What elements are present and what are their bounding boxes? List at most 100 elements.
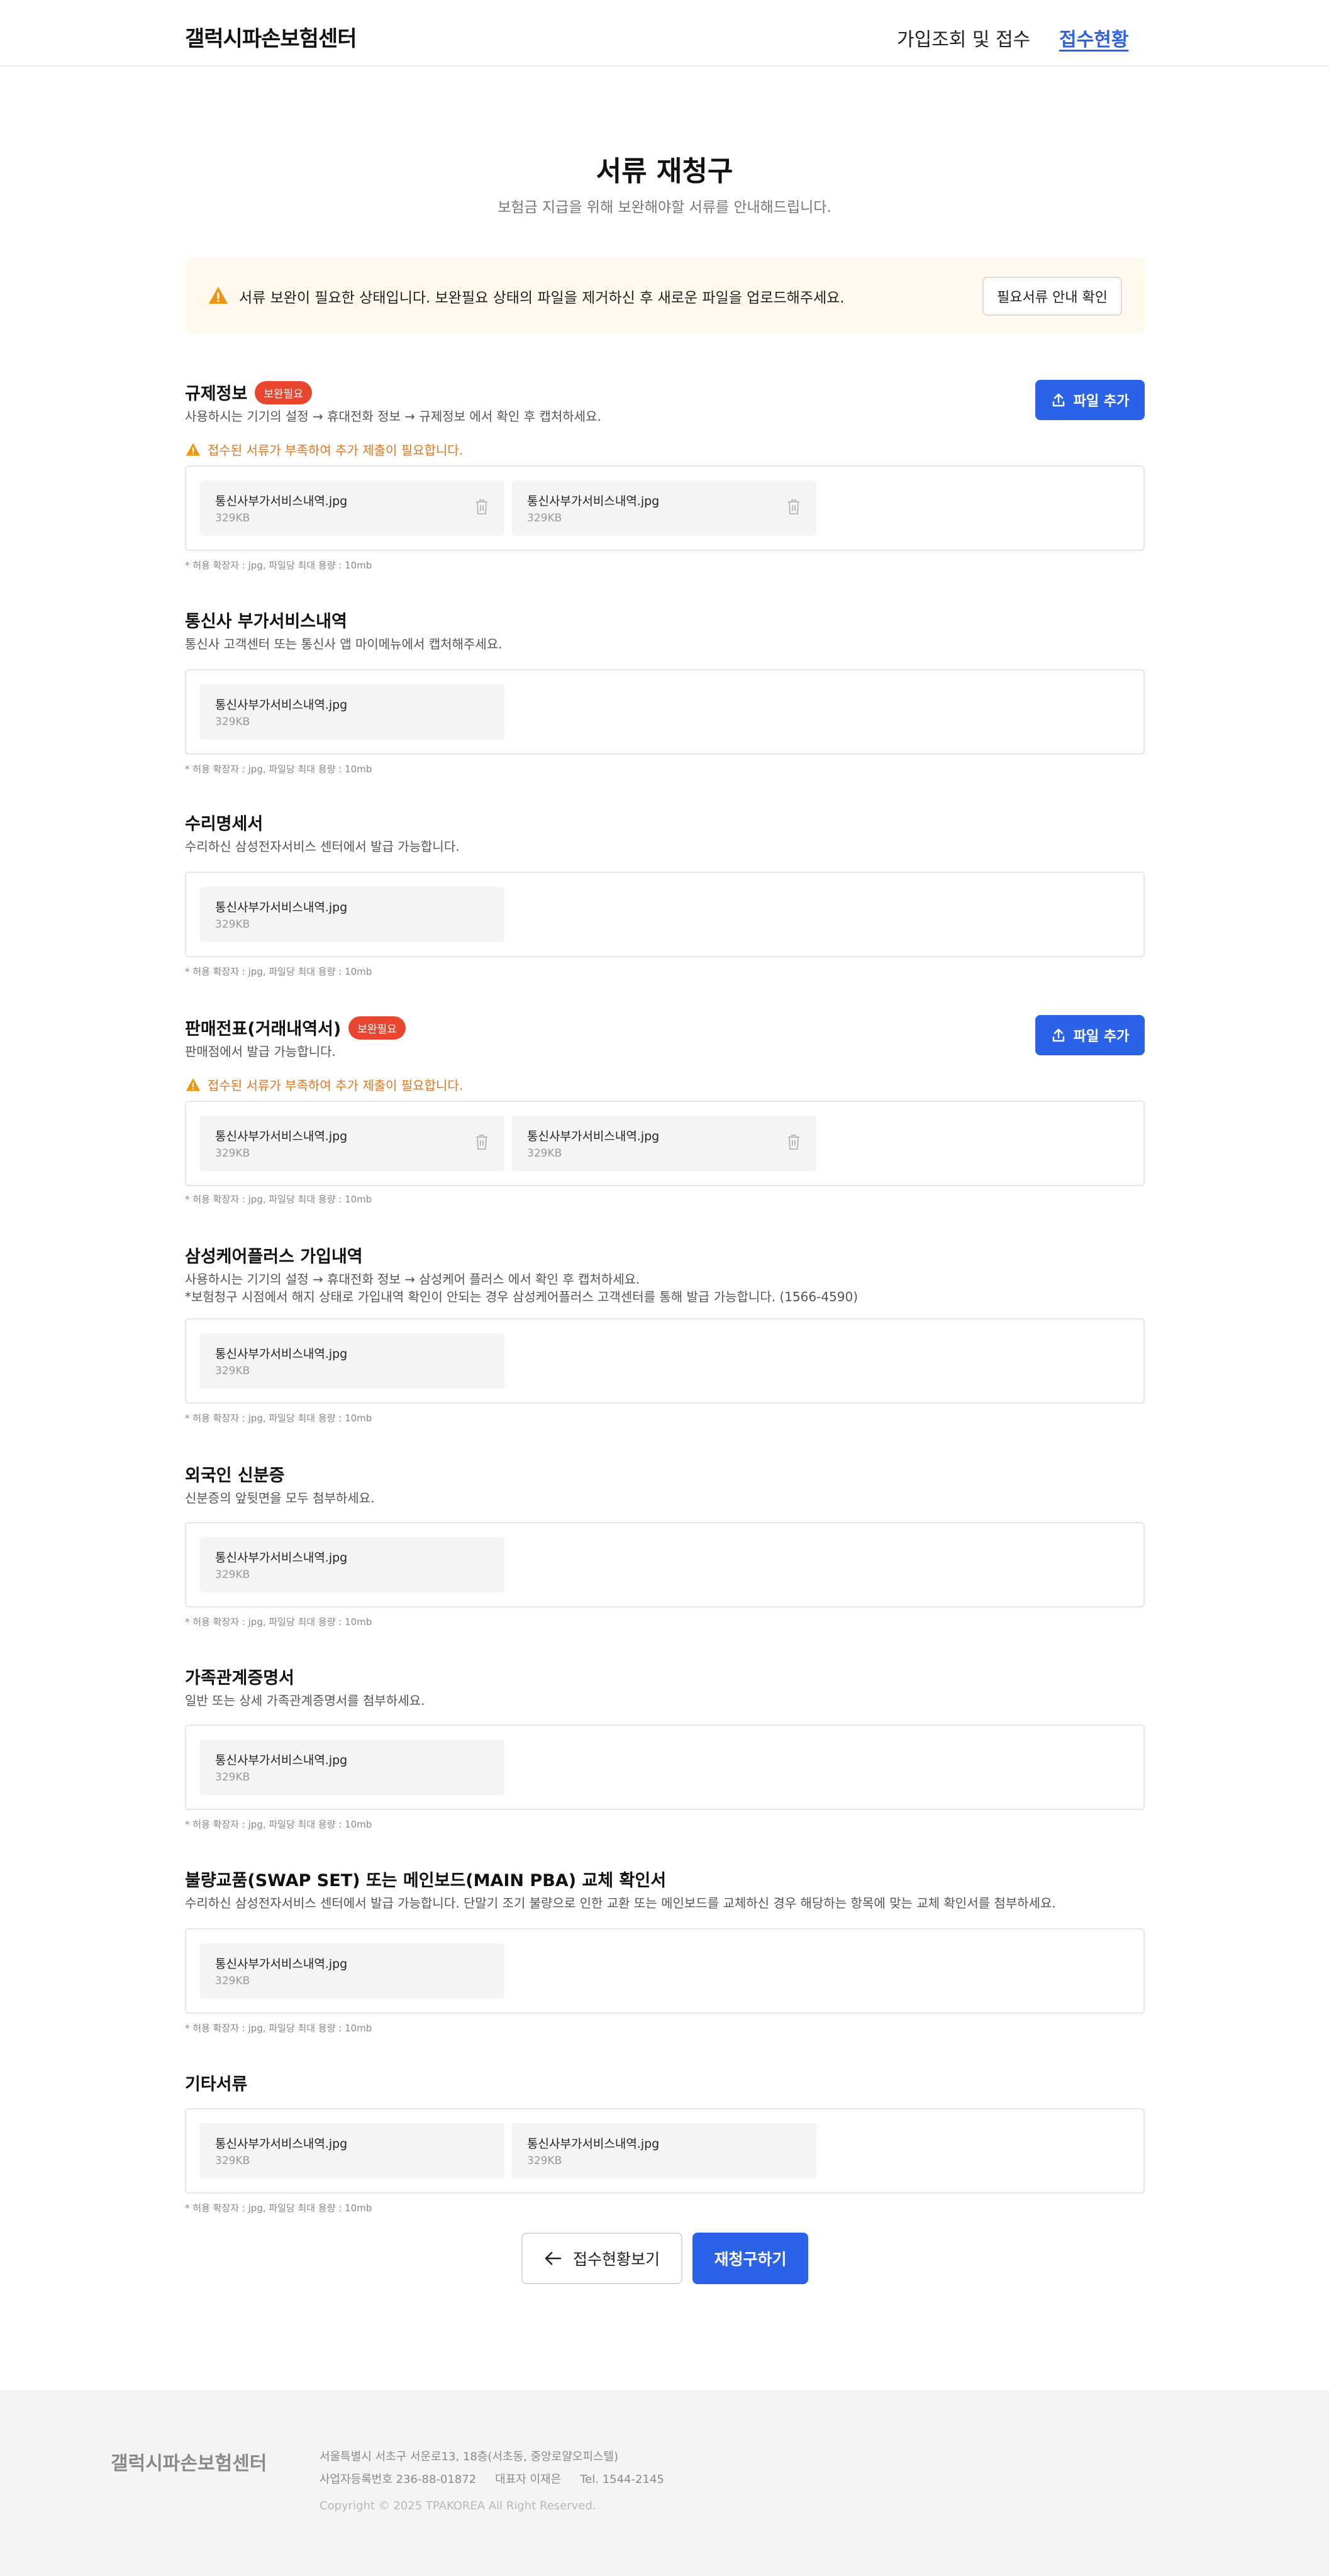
section-desc: 수리하신 삼성전자서비스 센터에서 발급 가능합니다. bbox=[185, 839, 460, 854]
file-list: 통신사부가서비스내역.jpg 329KB bbox=[185, 1724, 1145, 1810]
file-size: 329KB bbox=[215, 1975, 250, 1987]
file-list: 통신사부가서비스내역.jpg 329KB bbox=[185, 1522, 1145, 1607]
file-name: 통신사부가서비스내역.jpg bbox=[215, 698, 348, 712]
file-list: 통신사부가서비스내역.jpg 329KB bbox=[185, 1318, 1145, 1404]
section-desc: 판매점에서 발급 가능합니다. bbox=[185, 1044, 336, 1059]
add-file-label: 파일 추가 bbox=[1073, 1029, 1130, 1045]
trash-icon[interactable] bbox=[786, 498, 801, 516]
upload-hint: * 허용 확장자 : jpg, 파일당 최대 용량 : 10mb bbox=[185, 1194, 372, 1205]
nav-join-lookup[interactable]: 가입조회 및 접수 bbox=[897, 24, 1030, 52]
file-item: 통신사부가서비스내역.jpg 329KB bbox=[512, 480, 816, 536]
site-header: 갤럭시파손보험센터 가입조회 및 접수 접수현황 bbox=[0, 0, 1329, 67]
file-item: 통신사부가서비스내역.jpg 329KB bbox=[200, 1116, 504, 1171]
footer-ceo: 대표자 이재은 bbox=[495, 2473, 562, 2486]
notice-text: 서류 보완이 필요한 상태입니다. 보완필요 상태의 파일을 제거하신 후 새로… bbox=[239, 290, 845, 306]
file-size: 329KB bbox=[215, 1568, 250, 1581]
file-name: 통신사부가서비스내역.jpg bbox=[215, 2137, 348, 2151]
site-logo[interactable]: 갤럭시파손보험센터 bbox=[185, 21, 357, 52]
section-title: 기타서류 bbox=[185, 2075, 248, 2094]
trash-icon[interactable] bbox=[474, 1133, 489, 1151]
section-title: 통신사 부가서비스내역 bbox=[185, 612, 347, 631]
footer-logo: 갤럭시파손보험센터 bbox=[111, 2453, 267, 2475]
file-list: 통신사부가서비스내역.jpg 329KB bbox=[185, 872, 1145, 957]
file-name: 통신사부가서비스내역.jpg bbox=[215, 1551, 348, 1565]
upload-hint: * 허용 확장자 : jpg, 파일당 최대 용량 : 10mb bbox=[185, 2202, 372, 2214]
page-subtitle: 보험금 지급을 위해 보완해야할 서류를 안내해드립니다. bbox=[498, 199, 831, 216]
file-size: 329KB bbox=[215, 2155, 250, 2167]
file-list: 통신사부가서비스내역.jpg 329KB 통신사부가서비스내역.jpg 329K… bbox=[185, 2108, 1145, 2194]
upload-hint: * 허용 확장자 : jpg, 파일당 최대 용량 : 10mb bbox=[185, 966, 372, 977]
footer-company-info: 사업자등록번호 236-88-01872 대표자 이재은 Tel. 1544-214… bbox=[320, 2470, 664, 2487]
file-item: 통신사부가서비스내역.jpg 329KB bbox=[200, 1943, 504, 1999]
section-desc: 사용하시는 기기의 설정 → 휴대전화 정보 → 규제정보 에서 확인 후 캡처… bbox=[185, 409, 601, 424]
file-name: 통신사부가서비스내역.jpg bbox=[215, 494, 348, 508]
file-item: 통신사부가서비스내역.jpg 329KB bbox=[512, 1116, 816, 1171]
file-size: 329KB bbox=[527, 2155, 562, 2167]
file-item: 통신사부가서비스내역.jpg 329KB bbox=[200, 2123, 504, 2179]
section-desc-note: *보험청구 시점에서 해지 상태로 가입내역 확인이 안되는 경우 삼성케어플러… bbox=[185, 1289, 859, 1304]
file-item: 통신사부가서비스내역.jpg 329KB bbox=[200, 887, 504, 942]
file-size: 329KB bbox=[215, 1147, 250, 1160]
upload-hint: * 허용 확장자 : jpg, 파일당 최대 용량 : 10mb bbox=[185, 763, 372, 775]
upload-hint: * 허용 확장자 : jpg, 파일당 최대 용량 : 10mb bbox=[185, 560, 372, 571]
section-desc: 신분증의 앞뒷면을 모두 첨부하세요. bbox=[185, 1491, 375, 1506]
file-size: 329KB bbox=[215, 1365, 250, 1377]
footer-tel: Tel. 1544-2145 bbox=[580, 2473, 664, 2486]
file-name: 통신사부가서비스내역.jpg bbox=[215, 901, 348, 914]
site-footer: 갤럭시파손보험센터 서울특별시 서초구 서운로13, 18층(서초동, 중앙로얄… bbox=[0, 2390, 1329, 2576]
section-desc: 통신사 고객센터 또는 통신사 앱 마이메뉴에서 캡처해주세요. bbox=[185, 636, 503, 652]
reclaim-submit-button[interactable]: 재청구하기 bbox=[692, 2233, 808, 2284]
file-name: 통신사부가서비스내역.jpg bbox=[527, 2137, 660, 2151]
upload-hint: * 허용 확장자 : jpg, 파일당 최대 용량 : 10mb bbox=[185, 1413, 372, 1424]
file-item: 통신사부가서비스내역.jpg 329KB bbox=[200, 480, 504, 536]
section-title: 규제정보 보완필요 bbox=[185, 380, 312, 404]
add-file-button[interactable]: 파일 추가 bbox=[1035, 1015, 1145, 1055]
warning-icon bbox=[186, 443, 201, 456]
warning-icon bbox=[186, 1078, 201, 1091]
file-list: 통신사부가서비스내역.jpg 329KB 통신사부가서비스내역.jpg 329K… bbox=[185, 465, 1145, 551]
file-list: 통신사부가서비스내역.jpg 329KB 통신사부가서비스내역.jpg 329K… bbox=[185, 1101, 1145, 1186]
file-item: 통신사부가서비스내역.jpg 329KB bbox=[200, 1740, 504, 1795]
required-docs-guide-button[interactable]: 필요서류 안내 확인 bbox=[982, 277, 1122, 316]
view-status-label: 접수현황보기 bbox=[572, 2250, 660, 2268]
file-name: 통신사부가서비스내역.jpg bbox=[215, 1957, 348, 1971]
upload-hint: * 허용 확장자 : jpg, 파일당 최대 용량 : 10mb bbox=[185, 1819, 372, 1830]
view-status-button[interactable]: 접수현황보기 bbox=[521, 2233, 682, 2284]
file-size: 329KB bbox=[215, 716, 250, 728]
section-desc: 수리하신 삼성전자서비스 센터에서 발급 가능합니다. 단말기 조기 불량으로 … bbox=[185, 1896, 1056, 1911]
section-title: 가족관계증명서 bbox=[185, 1668, 294, 1688]
warning-message: 접수된 서류가 부족하여 추가 제출이 필요합니다. bbox=[185, 1075, 463, 1094]
section-title: 외국인 신분증 bbox=[185, 1466, 285, 1485]
file-list: 통신사부가서비스내역.jpg 329KB bbox=[185, 669, 1145, 755]
add-file-button[interactable]: 파일 추가 bbox=[1035, 380, 1145, 420]
file-size: 329KB bbox=[527, 512, 562, 525]
file-name: 통신사부가서비스내역.jpg bbox=[527, 494, 660, 508]
file-item: 통신사부가서비스내역.jpg 329KB bbox=[512, 2123, 816, 2179]
trash-icon[interactable] bbox=[474, 498, 489, 516]
upload-icon bbox=[1052, 393, 1064, 407]
file-name: 통신사부가서비스내역.jpg bbox=[527, 1130, 660, 1143]
footer-biz-no: 사업자등록번호 236-88-01872 bbox=[320, 2473, 477, 2486]
upload-hint: * 허용 확장자 : jpg, 파일당 최대 용량 : 10mb bbox=[185, 1616, 372, 1628]
page-title: 서류 재청구 bbox=[596, 155, 733, 187]
nav-claim-status[interactable]: 접수현황 bbox=[1059, 24, 1128, 52]
needs-supplement-badge: 보완필요 bbox=[348, 1016, 406, 1040]
arrow-left-icon bbox=[545, 2251, 562, 2265]
file-name: 통신사부가서비스내역.jpg bbox=[215, 1347, 348, 1361]
file-size: 329KB bbox=[215, 1771, 250, 1784]
file-item: 통신사부가서비스내역.jpg 329KB bbox=[200, 1537, 504, 1592]
file-size: 329KB bbox=[527, 1147, 562, 1160]
trash-icon[interactable] bbox=[786, 1133, 801, 1151]
warning-message: 접수된 서류가 부족하여 추가 제출이 필요합니다. bbox=[185, 440, 463, 458]
file-size: 329KB bbox=[215, 512, 250, 525]
section-title: 삼성케어플러스 가입내역 bbox=[185, 1247, 363, 1267]
upload-hint: * 허용 확장자 : jpg, 파일당 최대 용량 : 10mb bbox=[185, 2023, 372, 2034]
file-item: 통신사부가서비스내역.jpg 329KB bbox=[200, 1333, 504, 1389]
footer-address: 서울특별시 서초구 서운로13, 18층(서초동, 중앙로얄오피스텔) bbox=[320, 2450, 619, 2463]
section-desc: 일반 또는 상세 가족관계증명서를 첨부하세요. bbox=[185, 1693, 425, 1708]
section-title: 판매전표(거래내역서) 보완필요 bbox=[185, 1015, 406, 1040]
warning-icon bbox=[209, 287, 228, 304]
notice-banner: 서류 보완이 필요한 상태입니다. 보완필요 상태의 파일을 제거하신 후 새로… bbox=[185, 258, 1145, 333]
footer-copyright: Copyright © 2025 TPAKOREA All Right Rese… bbox=[320, 2499, 596, 2512]
file-size: 329KB bbox=[215, 918, 250, 931]
